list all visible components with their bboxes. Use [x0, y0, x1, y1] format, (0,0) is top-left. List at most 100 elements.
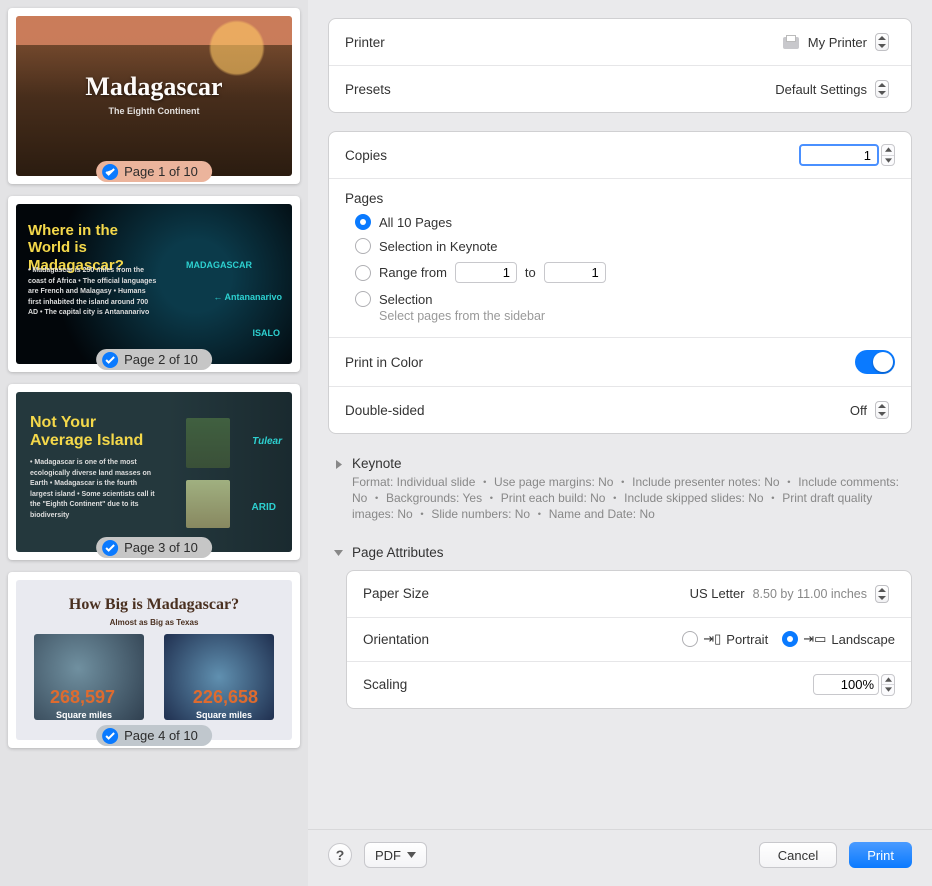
thumbnail-label: Page 2 of 10: [124, 352, 198, 367]
copies-pages-panel: Copies Pages All 10 Pages: [328, 131, 912, 434]
chevron-right-icon: [332, 458, 344, 470]
page-attributes-disclosure[interactable]: Page Attributes: [330, 541, 910, 564]
keynote-title: Keynote: [352, 456, 908, 471]
updown-icon: [875, 33, 889, 51]
double-sided-popup[interactable]: Off: [844, 399, 895, 421]
pdf-label: PDF: [375, 848, 401, 863]
copies-row: Copies: [329, 132, 911, 178]
copies-input[interactable]: [799, 144, 879, 166]
double-sided-row: Double-sided Off: [329, 386, 911, 433]
orientation-landscape-radio[interactable]: ⇥▭ Landscape: [782, 631, 895, 647]
pages-selection-app-label: Selection in Keynote: [379, 239, 498, 254]
print-settings-panel: Printer My Printer Presets Default Setti…: [308, 0, 932, 886]
stepper-up-icon[interactable]: [882, 675, 894, 685]
range-to-label: to: [525, 265, 536, 280]
keynote-disclosure[interactable]: Keynote Format: Individual slide ・ Use p…: [330, 452, 910, 527]
stepper-down-icon[interactable]: [882, 684, 894, 695]
page-thumbnail[interactable]: Not Your Average Island • Madagascar is …: [8, 384, 300, 560]
keynote-desc: Format: Individual slide ・ Use page marg…: [352, 474, 908, 523]
pages-selection-hint: Select pages from the sidebar: [379, 309, 895, 323]
page-thumbnail[interactable]: Where in the World is Madagascar? • Mada…: [8, 196, 300, 372]
print-color-label: Print in Color: [345, 355, 423, 370]
copies-label: Copies: [345, 148, 387, 163]
checkmark-icon: [102, 352, 118, 368]
page-thumbnail[interactable]: How Big is Madagascar? Almost as Big as …: [8, 572, 300, 748]
checkmark-icon: [102, 164, 118, 180]
double-sided-value: Off: [850, 403, 867, 418]
pages-all-label: All 10 Pages: [379, 215, 452, 230]
cancel-label: Cancel: [778, 848, 818, 863]
scaling-stepper[interactable]: [881, 674, 895, 696]
thumbnail-badge[interactable]: Page 2 of 10: [96, 349, 212, 370]
pdf-button[interactable]: PDF: [364, 842, 427, 868]
pages-row: Pages All 10 Pages Selection in Keynote …: [329, 178, 911, 337]
radio-icon: [355, 291, 371, 307]
presets-label: Presets: [345, 82, 391, 97]
page-thumbnail[interactable]: Madagascar The Eighth Continent Page 1 o…: [8, 8, 300, 184]
radio-icon: [355, 214, 371, 230]
paper-size-dim: 8.50 by 11.00 inches: [753, 587, 867, 601]
checkmark-icon: [102, 540, 118, 556]
pages-range-radio[interactable]: Range from to: [355, 262, 895, 283]
help-button[interactable]: ?: [328, 843, 352, 867]
printer-value: My Printer: [808, 35, 867, 50]
pages-range-label: Range from: [379, 265, 447, 280]
double-sided-label: Double-sided: [345, 403, 425, 418]
orientation-portrait-label: Portrait: [726, 632, 768, 647]
range-from-input[interactable]: [455, 262, 517, 283]
pages-selection-label: Selection: [379, 292, 432, 307]
orientation-landscape-label: Landscape: [831, 632, 895, 647]
slide-preview-2: Where in the World is Madagascar? • Mada…: [16, 204, 292, 364]
copies-stepper[interactable]: [881, 144, 895, 166]
stepper-up-icon[interactable]: [882, 145, 894, 155]
updown-icon: [875, 585, 889, 603]
printer-presets-panel: Printer My Printer Presets Default Setti…: [328, 18, 912, 113]
paper-size-label: Paper Size: [363, 586, 429, 601]
print-label: Print: [867, 848, 894, 863]
orientation-portrait-radio[interactable]: ⇥▯ Portrait: [682, 631, 768, 647]
pages-selection-radio[interactable]: Selection: [355, 291, 895, 307]
scaling-label: Scaling: [363, 677, 407, 692]
radio-icon: [782, 631, 798, 647]
portrait-icon: ⇥▯: [703, 631, 721, 647]
pages-label: Pages: [345, 191, 895, 206]
scaling-row: Scaling: [347, 661, 911, 708]
radio-icon: [355, 238, 371, 254]
scaling-input[interactable]: [813, 674, 879, 695]
presets-value: Default Settings: [775, 82, 867, 97]
thumbnail-badge[interactable]: Page 4 of 10: [96, 725, 212, 746]
stepper-down-icon[interactable]: [882, 155, 894, 166]
thumbnail-label: Page 4 of 10: [124, 728, 198, 743]
orientation-label: Orientation: [363, 632, 429, 647]
thumbnail-label: Page 3 of 10: [124, 540, 198, 555]
page-thumbnail-sidebar: Madagascar The Eighth Continent Page 1 o…: [0, 0, 308, 886]
paper-size-popup[interactable]: US Letter 8.50 by 11.00 inches: [684, 583, 895, 605]
landscape-icon: ⇥▭: [803, 631, 826, 647]
printer-icon: [782, 35, 800, 49]
print-color-row: Print in Color: [329, 337, 911, 386]
cancel-button[interactable]: Cancel: [759, 842, 837, 868]
pages-all-radio[interactable]: All 10 Pages: [355, 214, 895, 230]
thumbnail-label: Page 1 of 10: [124, 164, 198, 179]
thumbnail-badge[interactable]: Page 1 of 10: [96, 161, 212, 182]
dialog-footer: ? PDF Cancel Print: [308, 829, 932, 886]
printer-popup[interactable]: My Printer: [776, 31, 895, 53]
printer-row: Printer My Printer: [329, 19, 911, 65]
presets-popup[interactable]: Default Settings: [769, 78, 895, 100]
pages-selection-app-radio[interactable]: Selection in Keynote: [355, 238, 895, 254]
print-button[interactable]: Print: [849, 842, 912, 868]
slide-preview-4: How Big is Madagascar? Almost as Big as …: [16, 580, 292, 740]
print-color-toggle[interactable]: [855, 350, 895, 374]
updown-icon: [875, 401, 889, 419]
chevron-down-icon: [407, 852, 416, 858]
thumbnail-badge[interactable]: Page 3 of 10: [96, 537, 212, 558]
orientation-row: Orientation ⇥▯ Portrait ⇥▭ Landscape: [347, 617, 911, 661]
page-attributes-panel: Paper Size US Letter 8.50 by 11.00 inche…: [346, 570, 912, 709]
slide-preview-3: Not Your Average Island • Madagascar is …: [16, 392, 292, 552]
chevron-down-icon: [332, 547, 344, 559]
radio-icon: [355, 265, 371, 281]
slide-preview-1: Madagascar The Eighth Continent: [16, 16, 292, 176]
printer-label: Printer: [345, 35, 385, 50]
range-to-input[interactable]: [544, 262, 606, 283]
paper-size-row: Paper Size US Letter 8.50 by 11.00 inche…: [347, 571, 911, 617]
